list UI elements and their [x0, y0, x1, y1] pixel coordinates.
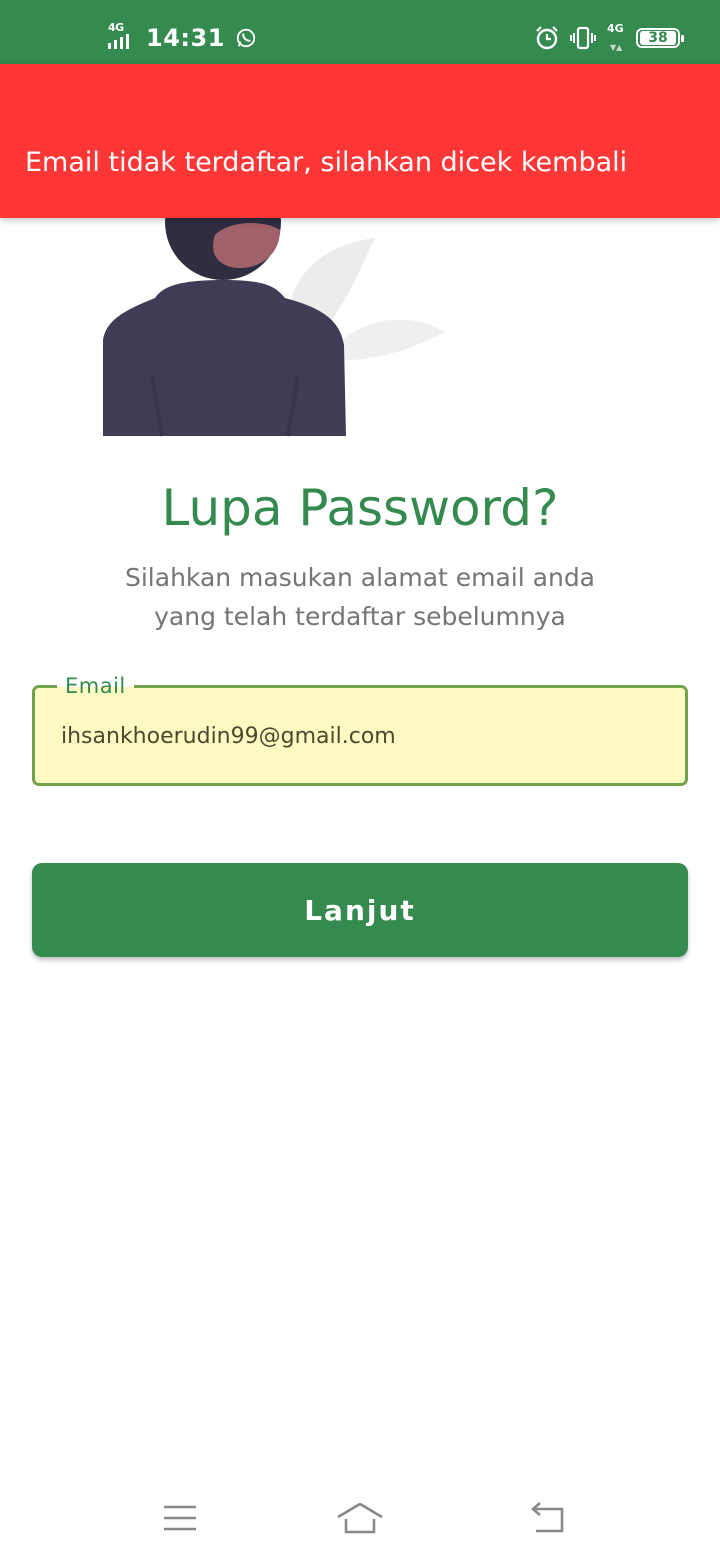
back-nav-button[interactable]: [518, 1496, 578, 1540]
person-illustration: [103, 200, 445, 437]
vibrate-icon: [570, 26, 596, 50]
whatsapp-icon: [236, 28, 256, 48]
subtitle-line-2: yang telah terdaftar sebelumnya: [154, 602, 566, 631]
menu-nav-button[interactable]: [150, 1496, 210, 1540]
network-type-label-right: 4G: [607, 22, 624, 35]
home-nav-button[interactable]: [330, 1496, 390, 1540]
snackbar-message: Email tidak terdaftar, silahkan dicek ke…: [25, 147, 628, 178]
email-input[interactable]: [61, 718, 661, 754]
network-type-label: 4G: [108, 21, 124, 34]
email-field[interactable]: Email: [32, 671, 688, 786]
error-snackbar: Email tidak terdaftar, silahkan dicek ke…: [0, 64, 720, 218]
clock: 14:31: [146, 24, 225, 52]
network-4g-icon: 4G ▼▲: [607, 22, 624, 52]
status-bar-right: 4G ▼▲ 38: [524, 22, 684, 54]
alarm-icon: [536, 26, 558, 50]
continue-button[interactable]: Lanjut: [32, 863, 688, 957]
system-nav-bar: [0, 1480, 720, 1560]
person-face: [212, 223, 280, 268]
menu-icon: [164, 1505, 196, 1531]
page-title: Lupa Password?: [161, 479, 559, 537]
battery-level: 38: [640, 31, 676, 45]
back-icon: [531, 1502, 564, 1533]
leaf-shape-2: [330, 319, 445, 361]
battery-icon: 38: [636, 28, 684, 48]
status-bar: 4G 14:31 4G ▼▲ 38: [0, 0, 720, 64]
status-bar-left: 4G 14:31: [108, 21, 257, 54]
home-icon: [337, 1502, 383, 1534]
subtitle-line-1: Silahkan masukan alamat email anda: [124, 563, 596, 592]
page-subtitle: Silahkan masukan alamat email anda yang …: [60, 558, 660, 636]
email-field-label: Email: [57, 671, 134, 701]
signal-icon: 4G: [108, 21, 138, 53]
